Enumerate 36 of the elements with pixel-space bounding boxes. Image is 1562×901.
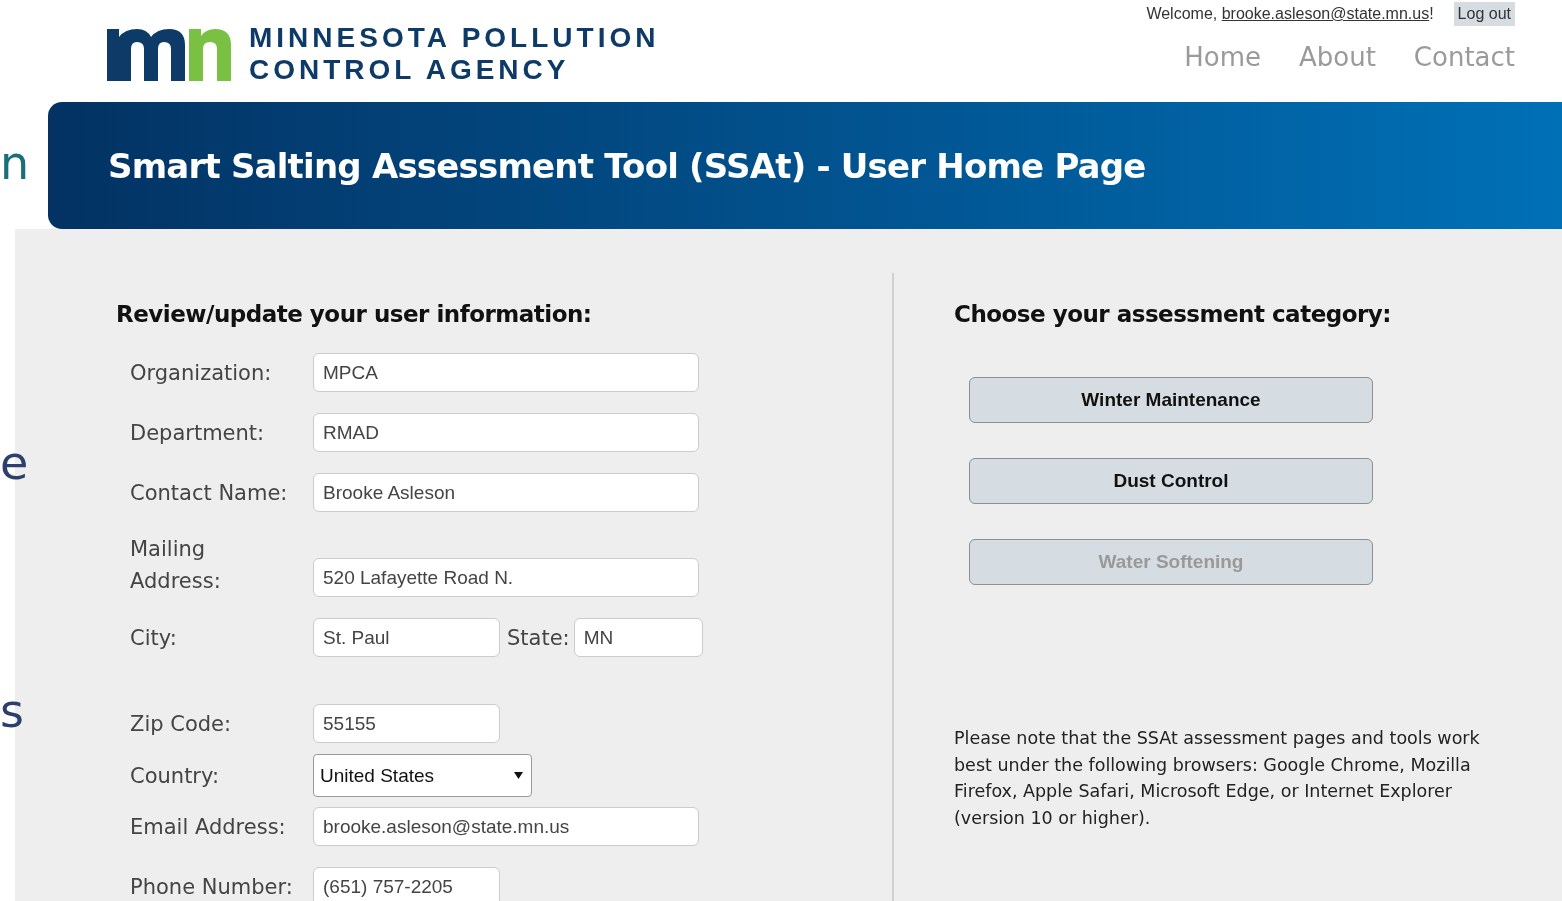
- cut-off-letter: s: [0, 688, 24, 734]
- agency-name: CONTROL AGENCY: [249, 54, 571, 86]
- country-dropdown[interactable]: United States: [313, 754, 532, 797]
- text-field[interactable]: MPCA: [313, 353, 699, 392]
- browser-note: Please note that the SSAt assessment pages and tools work best under the following browsers: Google Chrome, Mozilla Firefox, Apple Safari, Microsoft Edge, or Internet Explorer (version 10 or higher).: [954, 727, 1481, 830]
- text-field[interactable]: brooke.asleson@state.mn.us: [313, 807, 699, 846]
- field-label: Zip Code:: [130, 710, 233, 738]
- text-field[interactable]: (651) 757-2205: [313, 867, 500, 901]
- text-field[interactable]: MN: [573, 618, 703, 657]
- text-field[interactable]: Brooke Asleson: [313, 473, 699, 512]
- cut-off-letter: n: [0, 140, 30, 186]
- logo-icon: [107, 27, 231, 81]
- field-label: Email Address:: [130, 813, 287, 841]
- category-button[interactable]: Winter Maintenance: [969, 377, 1373, 423]
- page-title: Smart Salting Assessment Tool (SSAt) - User Home Page: [108, 145, 1146, 186]
- welcome-text: Welcome, brooke.asleson@state.mn.us!: [1146, 5, 1434, 23]
- user-email-link[interactable]: brooke.asleson@state.mn.us: [1221, 5, 1430, 22]
- text-field[interactable]: RMAD: [313, 413, 699, 452]
- section-heading: Choose your assessment category:: [954, 301, 1393, 327]
- field-label: Country:: [130, 762, 220, 790]
- field-label: Organization:: [130, 359, 273, 387]
- text-field[interactable]: St. Paul: [313, 618, 500, 657]
- text-field[interactable]: 55155: [313, 704, 500, 743]
- field-label: Phone Number:: [130, 873, 294, 901]
- cut-off-letter: e: [0, 440, 29, 486]
- field-label: Department:: [130, 419, 266, 447]
- agency-name: MINNESOTA POLLUTION: [249, 22, 660, 54]
- field-label: Mailing Address:: [130, 536, 221, 595]
- field-label: Contact Name:: [130, 479, 289, 507]
- logout-button[interactable]: Log out: [1453, 2, 1515, 26]
- category-button[interactable]: Dust Control: [969, 458, 1373, 504]
- field-label: State:: [507, 625, 570, 650]
- dropdown-arrow-icon: [514, 772, 523, 779]
- text-field[interactable]: 520 Lafayette Road N.: [313, 558, 699, 597]
- section-heading: Review/update your user information:: [116, 301, 593, 327]
- field-label: City:: [130, 624, 178, 652]
